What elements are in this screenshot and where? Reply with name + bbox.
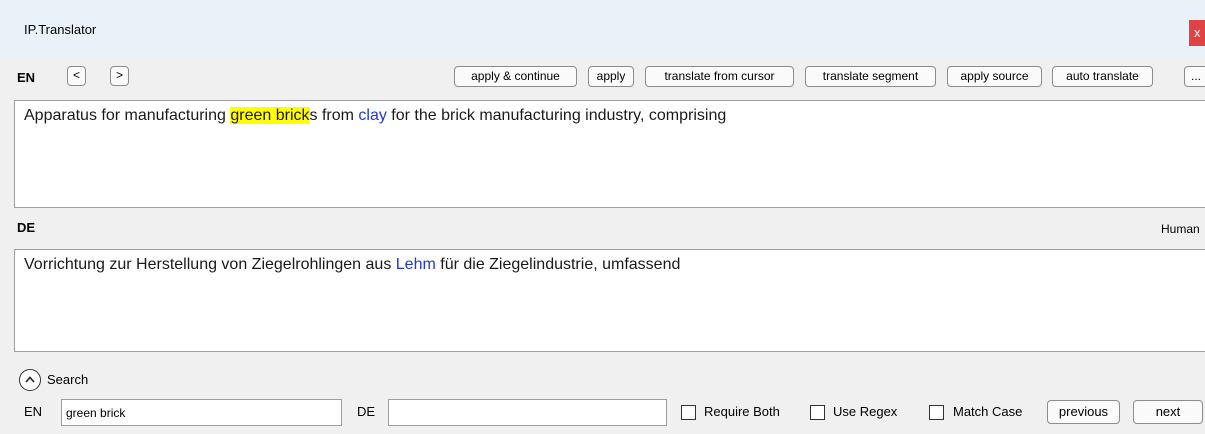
require-both-label: Require Both [704, 404, 780, 419]
target-text-end: für die Ziegelindustrie, umfassend [435, 256, 681, 273]
search-section-label: Search [47, 372, 89, 387]
chevron-up-icon [25, 376, 35, 383]
source-glossary-term: clay [358, 107, 387, 124]
search-en-label: EN [24, 404, 43, 419]
previous-match-button[interactable]: previous [1047, 400, 1120, 424]
source-text-start: Apparatus for manufacturing [24, 107, 231, 124]
window-title: IP.Translator [24, 22, 97, 37]
close-button[interactable]: x [1189, 20, 1205, 46]
search-match-highlight: green brick [230, 107, 310, 124]
target-glossary-term: Lehm [395, 256, 436, 273]
source-text-middle: s from [309, 107, 359, 124]
translator-panel: EN < > apply & continue apply translate … [0, 58, 1205, 434]
require-both-checkbox[interactable] [681, 405, 696, 420]
apply-source-button[interactable]: apply source [947, 66, 1042, 87]
translate-segment-button[interactable]: translate segment [805, 66, 936, 87]
target-text-start: Vorrichtung zur Herstellung von Ziegelro… [24, 256, 396, 273]
source-language-label: EN [17, 70, 36, 85]
translate-from-cursor-button[interactable]: translate from cursor [645, 66, 794, 87]
previous-segment-button[interactable]: < [67, 66, 86, 86]
more-options-button[interactable]: ... [1184, 66, 1205, 87]
match-case-label: Match Case [953, 404, 1023, 419]
translation-status-label: Human [1161, 222, 1200, 236]
use-regex-checkbox[interactable] [810, 405, 825, 420]
source-text-area[interactable]: Apparatus for manufacturing green bricks… [14, 100, 1205, 208]
apply-continue-button[interactable]: apply & continue [454, 66, 577, 87]
title-bar: IP.Translator x [0, 0, 1205, 58]
next-segment-button[interactable]: > [110, 66, 129, 86]
use-regex-label: Use Regex [833, 404, 898, 419]
search-de-label: DE [357, 404, 376, 419]
search-de-input[interactable] [388, 399, 667, 426]
next-match-button[interactable]: next [1133, 400, 1203, 424]
target-text-area[interactable]: Vorrichtung zur Herstellung von Ziegelro… [14, 249, 1205, 352]
auto-translate-button[interactable]: auto translate [1052, 66, 1153, 87]
target-language-label: DE [17, 220, 36, 235]
apply-button[interactable]: apply [588, 66, 634, 87]
search-en-input[interactable] [61, 399, 342, 426]
source-text-end: for the brick manufacturing industry, co… [386, 107, 727, 124]
match-case-checkbox[interactable] [929, 405, 944, 420]
search-collapse-button[interactable] [19, 369, 41, 391]
